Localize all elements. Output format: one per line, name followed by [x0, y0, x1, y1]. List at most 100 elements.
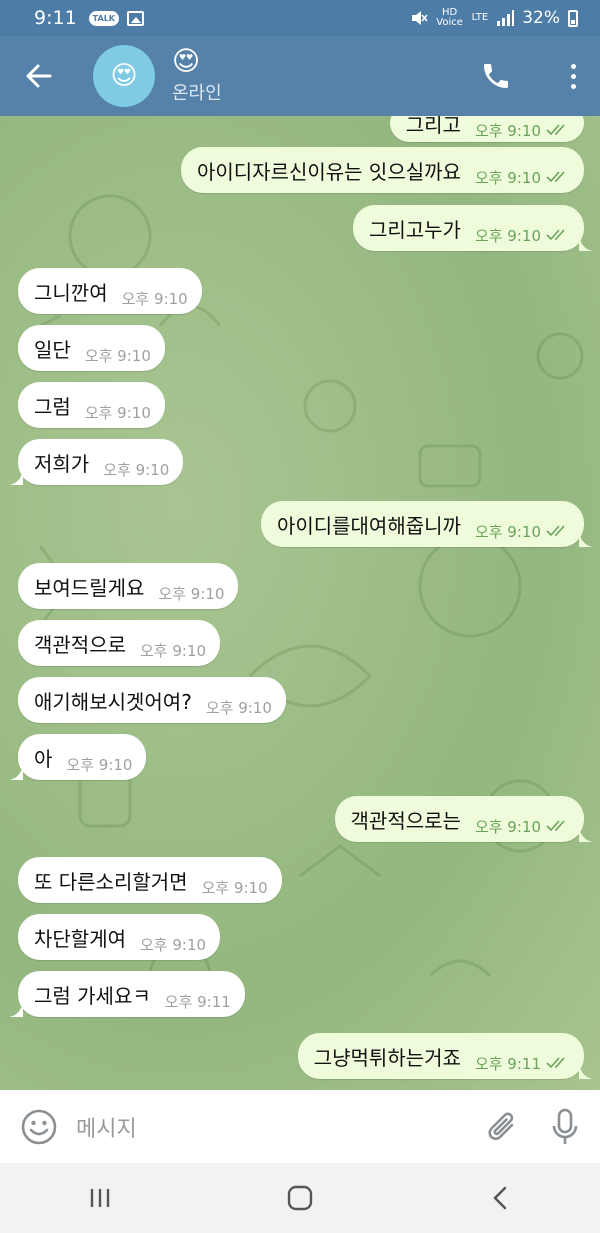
- message-text: 차단할게여: [34, 926, 126, 951]
- back-button[interactable]: [0, 36, 78, 116]
- recent-apps-icon: [90, 1189, 110, 1207]
- message-time-label: 오후 9:11: [474, 1054, 541, 1073]
- message-time-label: 오후 9:10: [474, 168, 541, 187]
- double-check-icon: [546, 1057, 565, 1069]
- bubble-tail: [9, 764, 23, 780]
- message-bubble-incoming[interactable]: 또 다른소리할거면 오후 9:10: [18, 857, 282, 903]
- message-text: 저희가: [34, 451, 90, 476]
- message-time: 오후 9:10: [158, 584, 225, 603]
- bubble-tail: [579, 235, 593, 251]
- image-notification-icon: [127, 10, 144, 26]
- message-time-label: 오후 9:10: [474, 226, 541, 245]
- message-text: 아이디자르신이유는 잇으실까요: [196, 159, 461, 184]
- bubble-tail: [579, 826, 593, 842]
- message-bubble-incoming[interactable]: 일단 오후 9:10: [18, 325, 165, 371]
- message-bubble-outgoing[interactable]: 그리고 오후 9:10: [389, 116, 584, 142]
- message-text: 그럼: [34, 394, 71, 419]
- message-bubble-outgoing[interactable]: 아이디자르신이유는 잇으실까요 오후 9:10: [180, 147, 584, 193]
- message-bubble-outgoing[interactable]: 아이디를대여해줍니까 오후 9:10: [260, 501, 593, 547]
- message-time: 오후 9:10: [475, 167, 570, 188]
- message-bubble-incoming[interactable]: 그럼 오후 9:10: [18, 382, 165, 428]
- double-check-icon: [546, 820, 565, 832]
- message-bubble-incoming[interactable]: 그럼 가세요ㅋ 오후 9:11: [9, 971, 245, 1017]
- message-bubble-incoming[interactable]: 차단할게여 오후 9:10: [18, 914, 221, 960]
- network-type: LTE: [471, 12, 489, 23]
- double-check-icon: [546, 171, 565, 183]
- message-time: 오후 9:10: [205, 698, 272, 717]
- battery-icon: [568, 9, 578, 27]
- battery-percent: 32%: [522, 8, 560, 28]
- message-bubble-outgoing[interactable]: 그리고누가 오후 9:10: [352, 205, 593, 251]
- message-time: 오후 9:10: [475, 120, 570, 141]
- bubble-tail: [9, 469, 23, 485]
- message-text: 일단: [34, 337, 71, 362]
- message-text: 그리고: [405, 116, 461, 137]
- status-bar: 9:11 TALK HD Voice LTE 32%: [0, 0, 600, 36]
- message-time: 오후 9:10: [84, 403, 151, 422]
- message-text: 그냥먹튀하는거죠: [313, 1045, 461, 1070]
- message-input[interactable]: 메시지: [76, 1111, 486, 1143]
- message-text: 그리고누가: [368, 217, 461, 242]
- message-bubble-incoming[interactable]: 객관적으로 오후 9:10: [18, 620, 221, 666]
- avatar[interactable]: 😍: [93, 45, 155, 107]
- chat-title: 😍: [172, 46, 201, 77]
- home-icon: [287, 1185, 313, 1211]
- message-list[interactable]: 그리고 오후 9:10 아이디자르신이유는 잇으실까요 오후 9:10 그리고누…: [0, 116, 600, 1090]
- attach-paperclip-icon[interactable]: [486, 1108, 520, 1146]
- chat-title-block[interactable]: 😍 온라인: [172, 47, 222, 105]
- message-text: 그니깐여: [34, 280, 108, 305]
- double-check-icon: [546, 229, 565, 241]
- message-bubble-incoming[interactable]: 보여드릴게요 오후 9:10: [18, 563, 239, 609]
- message-time-label: 오후 9:10: [474, 522, 541, 541]
- message-text: 애기해보시겟어여?: [34, 689, 192, 714]
- message-time: 오후 9:10: [66, 755, 133, 774]
- back-arrow-icon: [26, 64, 52, 88]
- bubble-tail: [9, 1001, 23, 1017]
- volte-indicator: HD Voice: [436, 7, 463, 28]
- message-text: 아: [34, 746, 53, 771]
- message-time: 오후 9:10: [475, 816, 570, 837]
- message-bubble-outgoing[interactable]: 그냥먹튀하는거죠 오후 9:11: [297, 1033, 593, 1079]
- more-options-icon[interactable]: [566, 60, 580, 92]
- mute-icon: [411, 11, 428, 25]
- phone-call-icon[interactable]: [480, 60, 512, 92]
- message-time-label: 오후 9:10: [474, 121, 541, 140]
- message-text: 또 다른소리할거면: [34, 869, 188, 894]
- bubble-tail: [579, 531, 593, 547]
- message-text: 그럼 가세요ㅋ: [34, 983, 151, 1008]
- online-status: 온라인: [172, 83, 222, 104]
- talk-badge-label: TALK: [88, 10, 119, 26]
- chat-header: 😍 😍 온라인: [0, 36, 600, 116]
- kakaotalk-notification-icon: TALK: [88, 10, 119, 26]
- message-time: 오후 9:10: [140, 935, 207, 954]
- message-time: 오후 9:10: [475, 521, 570, 542]
- message-time: 오후 9:10: [140, 641, 207, 660]
- message-bubble-incoming[interactable]: 저희가 오후 9:10: [9, 439, 184, 485]
- message-text: 객관적으로: [34, 632, 126, 657]
- message-composer: 메시지: [0, 1090, 600, 1163]
- home-button[interactable]: [280, 1178, 320, 1218]
- message-bubble-incoming[interactable]: 그니깐여 오후 9:10: [18, 268, 202, 314]
- emoji-icon[interactable]: [20, 1108, 58, 1146]
- message-text: 아이디를대여해줍니까: [276, 513, 461, 538]
- microphone-icon[interactable]: [550, 1107, 580, 1147]
- message-time: 오후 9:10: [103, 460, 170, 479]
- system-back-button[interactable]: [480, 1178, 520, 1218]
- system-navigation-bar: [0, 1163, 600, 1233]
- avatar-emoji: 😍: [110, 61, 138, 91]
- chevron-left-icon: [493, 1186, 507, 1210]
- status-time: 9:11: [34, 7, 77, 29]
- double-check-icon: [546, 525, 565, 537]
- recent-apps-button[interactable]: [80, 1178, 120, 1218]
- message-bubble-incoming[interactable]: 애기해보시겟어여? 오후 9:10: [18, 677, 286, 723]
- message-time: 오후 9:10: [475, 225, 570, 246]
- message-time: 오후 9:11: [475, 1053, 570, 1074]
- message-time: 오후 9:10: [121, 289, 188, 308]
- message-time: 오후 9:10: [84, 346, 151, 365]
- message-bubble-outgoing[interactable]: 객관적으로는 오후 9:10: [334, 796, 593, 842]
- message-time: 오후 9:11: [164, 992, 231, 1011]
- message-bubble-incoming[interactable]: 아 오후 9:10: [9, 734, 147, 780]
- bubble-tail: [579, 1063, 593, 1079]
- message-time: 오후 9:10: [201, 878, 268, 897]
- message-time-label: 오후 9:10: [474, 817, 541, 836]
